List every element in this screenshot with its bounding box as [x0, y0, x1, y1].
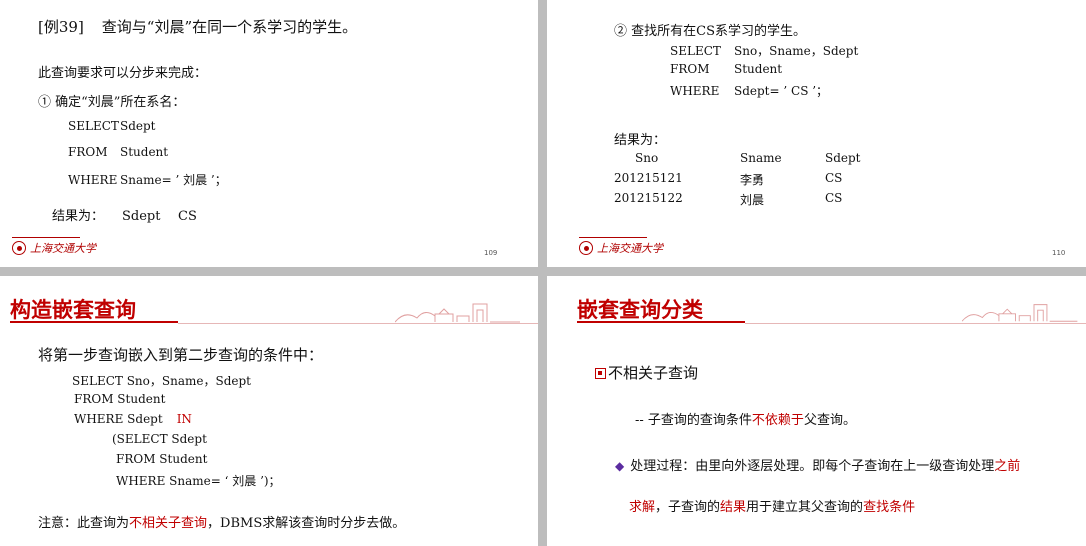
- result-val: CS: [178, 209, 197, 224]
- intro-text: 将第一步查询嵌入到第二步查询的条件中：: [38, 346, 324, 364]
- note-post: ，DBMS求解该查询时分步去做。: [207, 516, 406, 531]
- sql-line-where: WHERE Sname= ’ 刘晨 ’；: [68, 171, 227, 188]
- university-logo: 上海交通大学: [12, 237, 96, 256]
- text-mid: 用于建立其父查询的: [746, 500, 864, 515]
- text-post: 父查询。: [803, 413, 856, 428]
- note-pre: 注意：此查询为: [38, 516, 130, 531]
- table-cell: 201215121: [614, 171, 683, 185]
- table-cell: 201215122: [614, 191, 683, 205]
- text-mid: ，子查询的: [655, 500, 721, 515]
- table-header-sname: Sname: [740, 151, 782, 165]
- section-title: 构造嵌套查询: [10, 298, 136, 322]
- section-title: 嵌套查询分类: [577, 298, 703, 322]
- slide-nested-query: 构造嵌套查询 将第一步查询嵌入到第二步查询的条件中： SELECT Sno，Sn…: [0, 276, 538, 546]
- sql-keyword: WHERE: [68, 173, 118, 187]
- sql-arg: Student: [120, 145, 169, 159]
- example-tag: [例39]: [38, 18, 84, 36]
- text-pre: -- 子查询的查询条件: [635, 413, 752, 428]
- slide-109: [例39] 查询与“刘晨”在同一个系学习的学生。 此查询要求可以分步来完成： ① …: [0, 0, 538, 267]
- table-header-sdept: Sdept: [825, 151, 861, 165]
- sql-keyword-in: IN: [176, 412, 192, 426]
- sql-arg: Sdept= ’ CS ’；: [734, 84, 829, 98]
- sql-arg: Sdept: [120, 119, 156, 133]
- sql-text: WHERE Sdept: [74, 412, 163, 426]
- note-text: 注意：此查询为不相关子查询，DBMS求解该查询时分步去做。: [38, 512, 405, 531]
- table-cell: 李勇: [740, 173, 765, 187]
- sql-line: WHERE Sdept IN: [74, 412, 192, 426]
- sql-line: SELECT Sno，Sname，Sdept: [72, 374, 251, 388]
- step1-text: ① 确定“刘晨”所在系名：: [38, 95, 186, 110]
- campus-skyline-icon: [395, 303, 520, 323]
- table-header-sno: Sno: [635, 151, 659, 165]
- sql-keyword: FROM: [68, 145, 108, 159]
- sql-keyword: FROM: [670, 62, 710, 76]
- intro-text: 此查询要求可以分步来完成：: [38, 66, 208, 81]
- sql-arg: Sname= ’ 刘晨 ’；: [120, 173, 227, 187]
- table-cell: CS: [825, 171, 843, 185]
- logo-script: 上海交通大学: [597, 242, 663, 255]
- table-cell: CS: [825, 191, 843, 205]
- university-logo: 上海交通大学: [579, 237, 663, 256]
- result-col: Sdept: [122, 209, 161, 224]
- sql-line-from: FROM Student: [670, 62, 782, 76]
- sql-line: (SELECT Sdept: [112, 432, 207, 446]
- text-highlight: 结果: [720, 500, 747, 515]
- sql-line-select: SELECTSdept: [68, 119, 156, 133]
- slide-nested-classification: 嵌套查询分类 不相关子查询 -- 子查询的查询条件不依赖于父查询。 ◆ 处理过程：…: [547, 276, 1086, 546]
- sql-line-where: WHERE Sdept= ’ CS ’；: [670, 82, 828, 99]
- text-highlight: 不依赖于: [751, 413, 804, 428]
- page-number: 110: [1052, 249, 1066, 257]
- diamond-bullet-icon: ◆: [615, 459, 625, 473]
- result-label: 结果为：: [614, 133, 667, 148]
- result-line: 结果为： Sdept CS: [52, 205, 197, 224]
- definition-line: -- 子查询的查询条件不依赖于父查询。: [635, 409, 856, 428]
- slide-110: ② 查找所有在CS系学习的学生。 SELECT Sno，Sname，Sdept F…: [547, 0, 1086, 267]
- table-cell: 刘晨: [740, 193, 765, 207]
- text-highlight: 求解: [629, 500, 656, 515]
- seal-icon: [579, 241, 593, 255]
- text-highlight: 查找条件: [863, 500, 916, 515]
- sql-line: WHERE Sname= ‘ 刘晨 ’)；: [116, 474, 281, 488]
- process-line-cont: 求解，子查询的结果用于建立其父查询的查找条件: [629, 496, 915, 515]
- subsection-heading: 不相关子查询: [595, 362, 698, 383]
- sql-keyword: SELECT: [670, 44, 721, 58]
- text-highlight: 之前: [994, 459, 1021, 474]
- sql-line: FROM Student: [74, 392, 166, 406]
- example-title: [例39] 查询与“刘晨”在同一个系学习的学生。: [38, 16, 357, 37]
- sql-arg: Student: [734, 62, 783, 76]
- sql-line-select: SELECT Sno，Sname，Sdept: [670, 42, 858, 59]
- sql-keyword: SELECT: [68, 119, 119, 133]
- step2-text: ② 查找所有在CS系学习的学生。: [614, 24, 806, 39]
- square-bullet-icon: [595, 368, 606, 379]
- note-highlight: 不相关子查询: [129, 516, 208, 531]
- result-label: 结果为：: [52, 209, 105, 224]
- sql-line-from: FROM Student: [68, 145, 168, 159]
- page-number: 109: [484, 249, 498, 257]
- seal-icon: [12, 241, 26, 255]
- sql-line: FROM Student: [116, 452, 208, 466]
- sql-keyword: WHERE: [670, 84, 720, 98]
- title-underline: [10, 321, 178, 323]
- campus-skyline-icon: [962, 304, 1078, 322]
- logo-script: 上海交通大学: [30, 242, 96, 255]
- process-line: ◆ 处理过程：由里向外逐层处理。即每个子查询在上一级查询处理之前: [615, 455, 1020, 474]
- heading-text: 不相关子查询: [608, 364, 699, 382]
- text-pre: 处理过程：由里向外逐层处理。即每个子查询在上一级查询处理: [630, 459, 995, 474]
- sql-arg: Sno，Sname，Sdept: [734, 44, 859, 58]
- title-underline: [577, 321, 745, 323]
- example-title-text: 查询与“刘晨”在同一个系学习的学生。: [101, 18, 358, 36]
